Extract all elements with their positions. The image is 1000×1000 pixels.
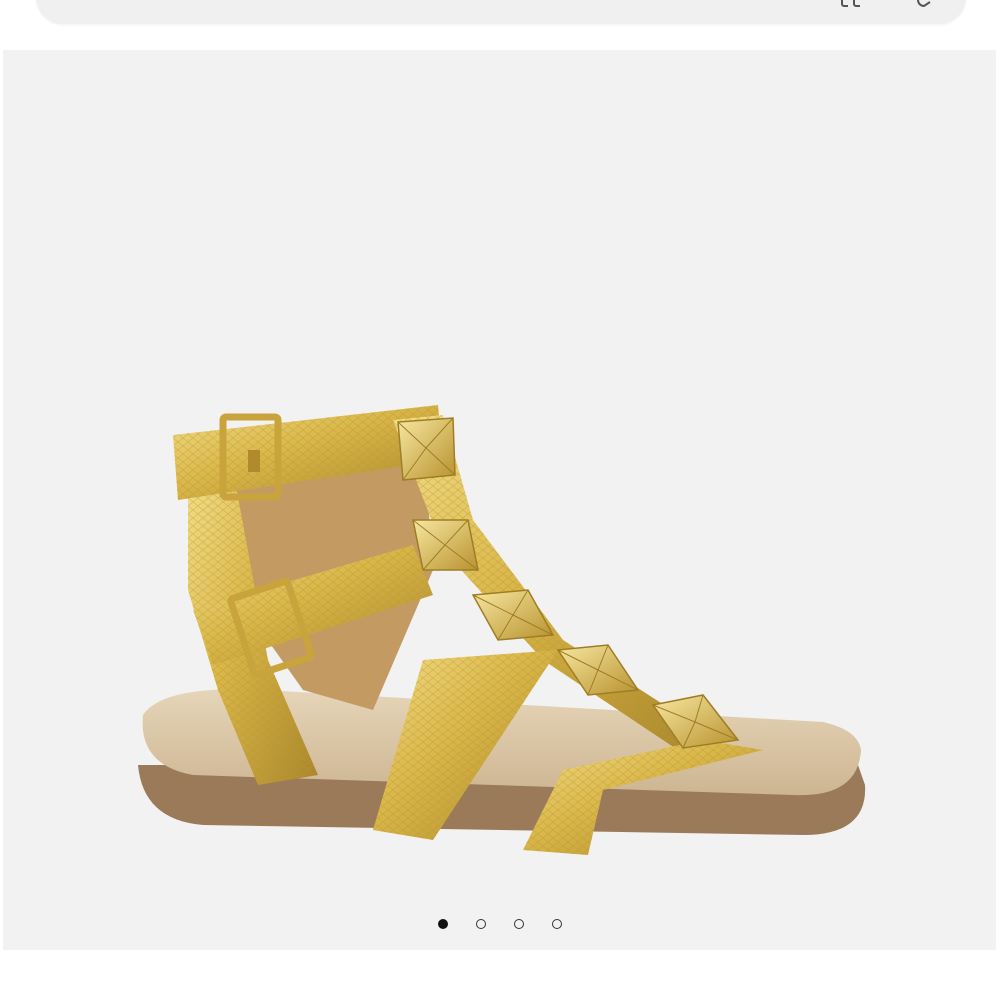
product-image-gallery[interactable] [3,50,996,950]
sandal-image [138,405,866,855]
gallery-dot-4[interactable] [551,919,562,929]
search-icon[interactable] [910,0,938,20]
gallery-pagination [3,914,996,934]
gallery-dot-1[interactable] [437,919,448,929]
gallery-dot-2[interactable] [475,919,486,929]
camera-icon[interactable] [838,0,866,20]
gallery-dot-3[interactable] [513,919,524,929]
search-bar[interactable] [36,0,966,24]
product-page [0,0,1000,1000]
bottom-area [0,950,1000,1000]
